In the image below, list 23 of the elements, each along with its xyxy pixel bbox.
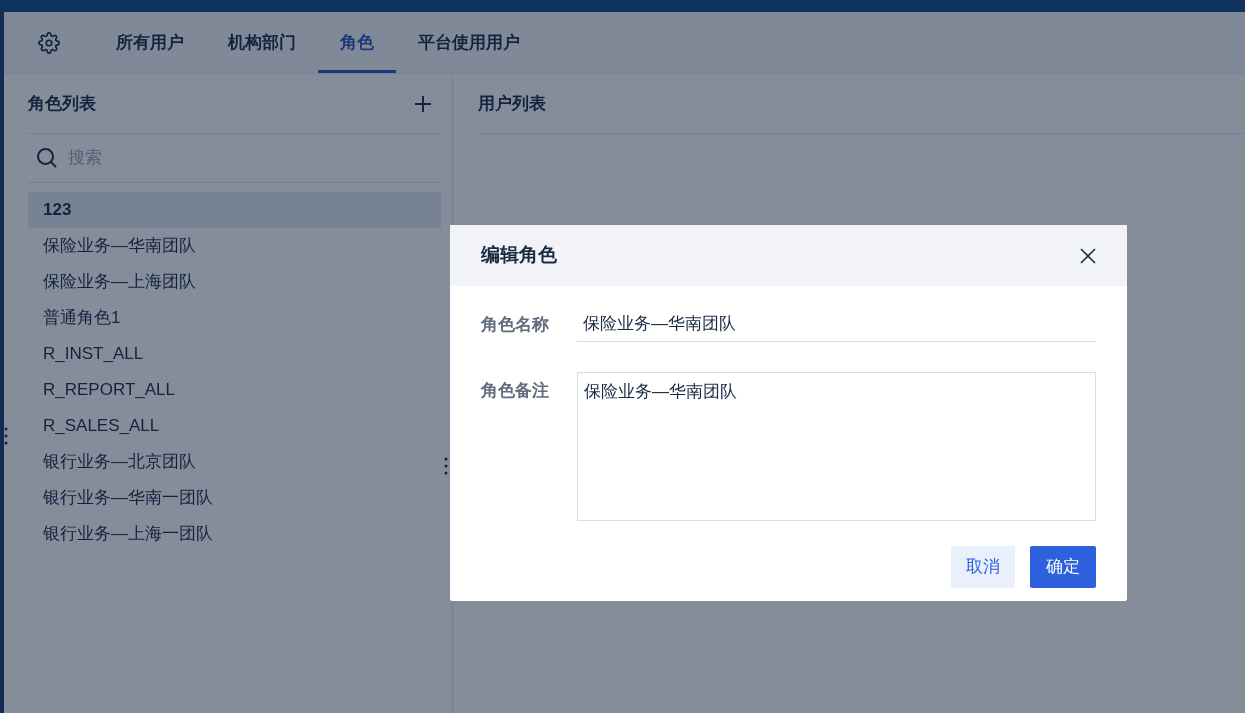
panel-title: 角色列表: [28, 92, 96, 115]
role-item[interactable]: 123: [28, 192, 441, 228]
role-item[interactable]: 保险业务—华南团队: [28, 228, 441, 264]
tab[interactable]: 角色: [318, 12, 396, 73]
tab[interactable]: 平台使用用户: [396, 12, 542, 73]
role-item[interactable]: 普通角色1: [28, 300, 441, 336]
role-item[interactable]: 银行业务—华南一团队: [28, 480, 441, 516]
role-item[interactable]: 保险业务—上海团队: [28, 264, 441, 300]
cancel-button[interactable]: 取消: [951, 546, 1015, 588]
dialog-title: 编辑角色: [481, 243, 557, 268]
input-field[interactable]: 保险业务—华南团队: [577, 306, 1096, 342]
field-label: 角色备注: [481, 380, 550, 402]
confirm-button[interactable]: 确定: [1030, 546, 1096, 588]
text-area[interactable]: 保险业务—华南团队: [577, 372, 1096, 521]
tab[interactable]: 机构部门: [206, 12, 318, 73]
role-item[interactable]: R_SALES_ALL: [28, 408, 441, 444]
field-label: 角色名称: [481, 314, 550, 336]
role-item[interactable]: 银行业务—北京团队: [28, 444, 441, 480]
role-item[interactable]: 银行业务—上海一团队: [28, 516, 441, 552]
role-item[interactable]: R_INST_ALL: [28, 336, 441, 372]
role-item[interactable]: R_REPORT_ALL: [28, 372, 441, 408]
tab[interactable]: 所有用户: [94, 12, 206, 73]
panel-title: 用户列表: [478, 92, 546, 115]
